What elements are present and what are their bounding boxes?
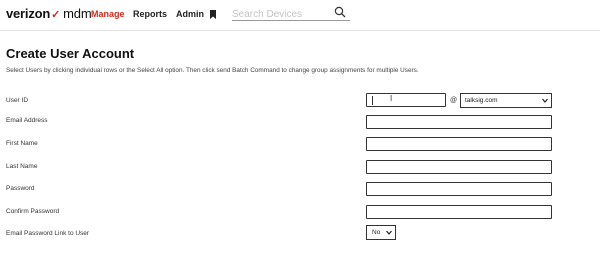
domain-selected-value: talksig.com <box>465 97 498 104</box>
email-address-input[interactable] <box>366 115 552 129</box>
email-link-selected-value: No <box>372 229 381 236</box>
logo-product: mdm <box>63 6 92 21</box>
logo-check-mark: ✓ <box>51 9 61 21</box>
last-name-input[interactable] <box>366 160 552 174</box>
password-input[interactable] <box>366 182 552 196</box>
email-password-link-label: Email Password Link to User <box>6 230 90 237</box>
password-label: Password <box>6 185 35 192</box>
verizon-mdm-logo[interactable]: verizon✓ mdm <box>6 6 92 21</box>
search-box[interactable] <box>232 4 350 23</box>
bookmark-icon[interactable] <box>210 10 216 19</box>
text-cursor-icon: I <box>390 94 393 103</box>
email-address-label: Email Address <box>6 117 48 124</box>
first-name-label: First Name <box>6 140 38 147</box>
top-navigation-bar: verizon✓ mdm Manage Reports Admin <box>0 0 600 31</box>
search-icon[interactable] <box>334 6 346 18</box>
chevron-down-icon <box>542 98 548 103</box>
nav-admin[interactable]: Admin <box>176 9 204 19</box>
confirm-password-input[interactable] <box>366 205 552 219</box>
email-password-link-select[interactable]: No <box>366 225 396 240</box>
user-id-label: User ID <box>6 97 29 104</box>
at-sign: @ <box>450 97 458 104</box>
text-caret <box>372 96 373 105</box>
instructions-text: Select Users by clicking individual rows… <box>6 67 419 74</box>
last-name-label: Last Name <box>6 163 38 170</box>
confirm-password-label: Confirm Password <box>6 208 60 215</box>
nav-manage[interactable]: Manage <box>91 9 125 19</box>
logo-text: verizon <box>6 6 51 21</box>
domain-select[interactable]: talksig.com <box>460 93 552 108</box>
user-id-input[interactable] <box>366 93 446 107</box>
first-name-input[interactable] <box>366 137 552 151</box>
search-input[interactable] <box>232 6 328 23</box>
page-title: Create User Account <box>6 46 135 61</box>
chevron-down-icon <box>386 230 392 235</box>
nav-reports[interactable]: Reports <box>133 9 167 19</box>
